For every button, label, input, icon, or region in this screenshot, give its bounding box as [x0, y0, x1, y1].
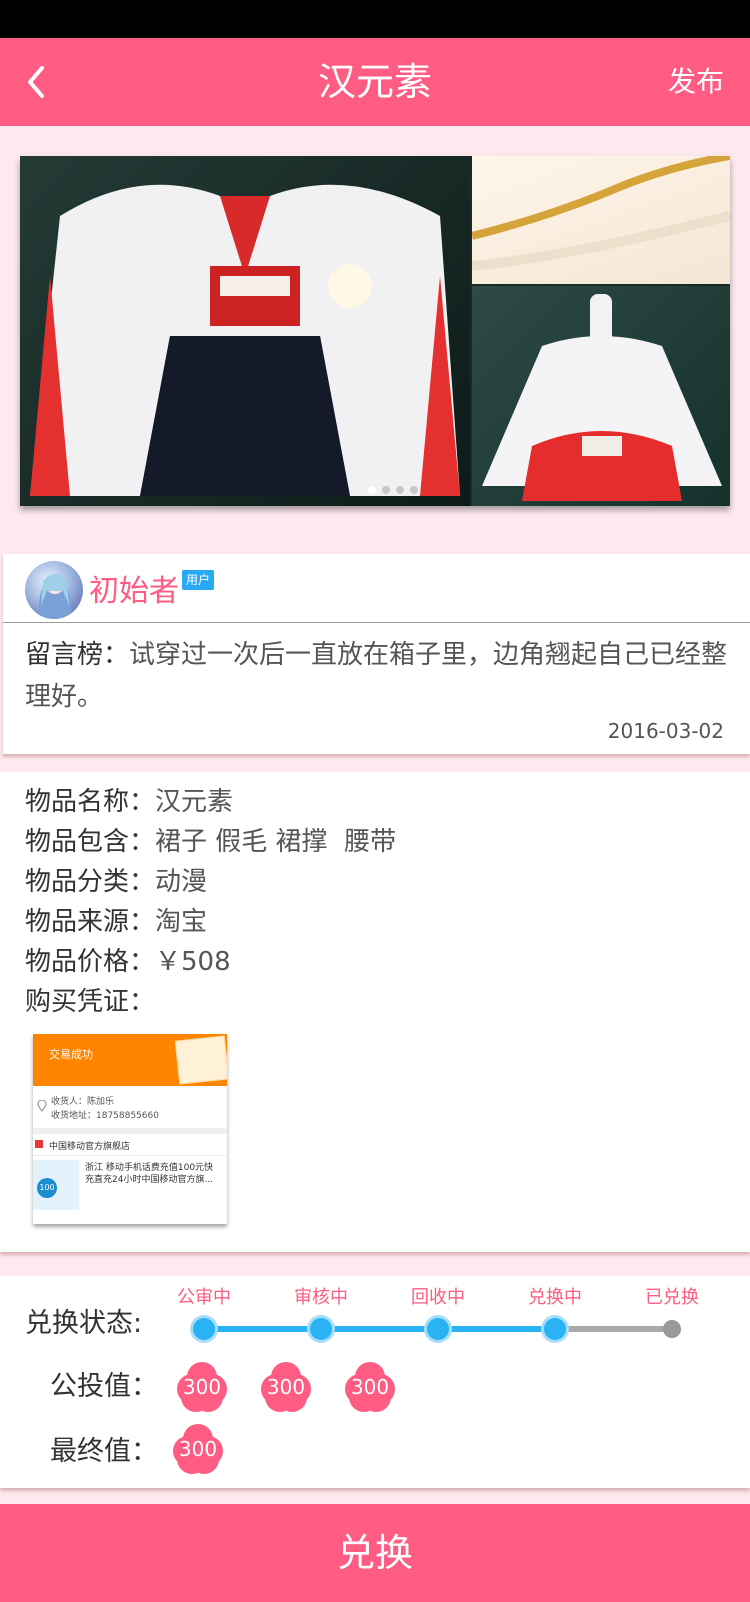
- carousel-dot[interactable]: [410, 486, 418, 494]
- item-source-value: 淘宝: [155, 907, 208, 937]
- item-price-label: 物品价格：: [25, 947, 156, 977]
- recharge-icon: 100: [37, 1178, 57, 1198]
- user-role-badge: 用户: [182, 570, 215, 590]
- receipt-shop: 中国移动官方旗舰店: [33, 1134, 227, 1156]
- vote-value-badge: 300: [177, 1362, 227, 1412]
- comment-date: 2016-03-02: [607, 719, 724, 743]
- image-carousel[interactable]: [20, 156, 730, 506]
- final-value-label: 最终值：: [50, 1436, 158, 1467]
- receipt-address: 收货人：陈加乐 收货地址：18758855660: [33, 1086, 227, 1128]
- purchase-proof-image[interactable]: 交易成功 收货人：陈加乐 收货地址：18758855660 中国移动官方旗舰店 …: [33, 1034, 227, 1224]
- final-value-badge: 300: [173, 1424, 223, 1474]
- username[interactable]: 初始者: [89, 572, 179, 612]
- costume-back-image: [472, 286, 730, 506]
- stage-label: 审核中: [294, 1287, 348, 1308]
- final-value: 300: [178, 1437, 218, 1461]
- receipt-status: 交易成功: [49, 1048, 93, 1061]
- item-price-row: 物品价格：￥508: [25, 944, 231, 980]
- carousel-dot[interactable]: [396, 486, 404, 494]
- publish-button[interactable]: 发布: [668, 62, 724, 102]
- vote-value: 300: [350, 1375, 390, 1399]
- exchange-button[interactable]: 兑换: [0, 1504, 750, 1602]
- receipt-header: 交易成功: [33, 1034, 227, 1086]
- item-category-value: 动漫: [155, 867, 208, 897]
- avatar[interactable]: [25, 561, 83, 619]
- package-icon: [174, 1035, 227, 1085]
- receipt-product-image: 100: [33, 1160, 79, 1210]
- stage-node: [427, 1318, 449, 1340]
- receipt-phone: 收货地址：18758855660: [51, 1111, 159, 1121]
- stage-node: [193, 1318, 215, 1340]
- location-pin-icon: [37, 1100, 47, 1112]
- message-text: 试穿过一次后一直放在箱子里，边角翘起自己已经整理好。: [25, 640, 728, 712]
- carousel-dot[interactable]: [368, 486, 376, 494]
- exchange-status-card: 兑换状态: 公审中 审核中 回收中 兑换中 已兑换 公投值： 300 300 3…: [0, 1276, 750, 1488]
- item-source-row: 物品来源：淘宝: [25, 904, 207, 940]
- costume-detail-image: [471, 156, 730, 284]
- item-include-row: 物品包含：裙子 假毛 裙撑 腰带: [25, 824, 396, 860]
- vote-value: 300: [182, 1375, 222, 1399]
- stage-node: [310, 1318, 332, 1340]
- message-label: 留言榜：: [25, 640, 130, 670]
- stage-label: 公审中: [177, 1287, 231, 1308]
- vote-value: 300: [266, 1375, 306, 1399]
- item-category-row: 物品分类：动漫: [25, 864, 207, 900]
- carousel-dot[interactable]: [382, 486, 390, 494]
- page-title: 汉元素: [317, 60, 432, 104]
- item-name-row: 物品名称：汉元素: [25, 784, 233, 820]
- purchase-proof-row: 购买凭证：: [25, 984, 155, 1020]
- costume-front-image: [20, 156, 470, 506]
- user-comment-card: 初始者 用户 留言榜：试穿过一次后一直放在箱子里，边角翘起自己已经整理好。 20…: [3, 554, 750, 754]
- item-name-label: 物品名称：: [25, 787, 156, 817]
- public-vote-label: 公投值：: [50, 1371, 158, 1402]
- progress-track-done: [204, 1326, 555, 1332]
- exchange-status-label: 兑换状态:: [25, 1308, 143, 1339]
- stage-label: 兑换中: [528, 1287, 582, 1308]
- stage-node: [544, 1318, 566, 1340]
- item-source-label: 物品来源：: [25, 907, 156, 937]
- stage-label: 回收中: [411, 1287, 465, 1308]
- progress-track-pending: [555, 1326, 672, 1332]
- comment-message: 留言榜：试穿过一次后一直放在箱子里，边角翘起自己已经整理好。: [25, 634, 735, 718]
- vote-value-badge: 300: [261, 1362, 311, 1412]
- shop-icon: [35, 1140, 43, 1148]
- stage-label: 已兑换: [645, 1287, 699, 1308]
- receipt-receiver: 收货人：陈加乐: [51, 1097, 115, 1107]
- receipt-product-title: 浙江 移动手机话费充值100元快充直充24小时中国移动官方旗...: [85, 1163, 214, 1185]
- carousel-indicator: [368, 486, 418, 494]
- item-name-value: 汉元素: [155, 787, 234, 817]
- status-bar: [0, 0, 750, 38]
- purchase-proof-label: 购买凭证：: [25, 987, 156, 1017]
- divider: [3, 622, 750, 623]
- item-price-value: ￥508: [155, 947, 231, 977]
- item-include-label: 物品包含：: [25, 827, 156, 857]
- stage-node: [663, 1320, 681, 1338]
- item-info-card: 物品名称：汉元素 物品包含：裙子 假毛 裙撑 腰带 物品分类：动漫 物品来源：淘…: [0, 772, 750, 1252]
- item-category-label: 物品分类：: [25, 867, 156, 897]
- receipt-shop-name: 中国移动官方旗舰店: [49, 1142, 131, 1152]
- vote-value-badge: 300: [345, 1362, 395, 1412]
- nav-bar: 汉元素 发布: [0, 38, 750, 126]
- item-include-value: 裙子 假毛 裙撑 腰带: [155, 827, 397, 857]
